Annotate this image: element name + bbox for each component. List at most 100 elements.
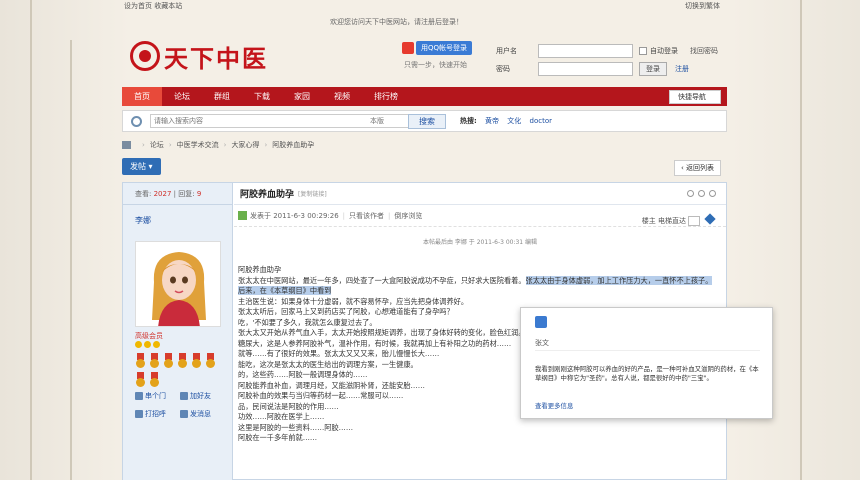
login-button[interactable]: 登录 xyxy=(639,62,667,76)
top-bar: 设为首页 收藏本站 切换到繁体 xyxy=(0,0,860,12)
floor-label: 楼主 电梯直达 xyxy=(641,217,686,225)
switch-traditional-link[interactable]: 切换到繁体 xyxy=(685,1,720,11)
post-paragraph: 阿胶养血助孕 xyxy=(238,265,282,274)
username-input[interactable] xyxy=(538,44,633,58)
post-paragraph: 主治医生说：如果身体十分虚弱，就不容易怀孕，应当先把身体调养好。 xyxy=(238,296,469,306)
message-icon xyxy=(180,410,188,418)
online-status-icon xyxy=(238,211,247,220)
register-link[interactable]: 注册 xyxy=(675,64,689,74)
medal-icon[interactable] xyxy=(177,353,188,369)
avatar[interactable] xyxy=(135,241,221,327)
floor-jump-input[interactable] xyxy=(688,216,700,226)
auto-login-checkbox[interactable] xyxy=(639,47,647,55)
nav-item-home-space[interactable]: 家园 xyxy=(282,87,322,106)
medal-icon[interactable] xyxy=(149,372,160,388)
hot-term[interactable]: 文化 xyxy=(507,117,521,125)
popup-text: 我看到刚刚这种阿胶可以养血的好的产品，是一种可补血又滋阴的药材，在《本草纲目》中… xyxy=(535,365,759,382)
bamboo-decoration xyxy=(30,0,32,480)
breadcrumb-item[interactable]: 论坛 xyxy=(150,140,164,150)
next-thread-icon[interactable] xyxy=(709,190,716,197)
nav-item-groups[interactable]: 群组 xyxy=(202,87,242,106)
left-background xyxy=(0,0,130,480)
title-row: 阿胶养血助孕 [复制链接] xyxy=(234,183,726,205)
post-paragraph: 张太太在中医网站，最近一年多，四处查了一大盒阿胶说成功不孕症，只好求大医院看着。… xyxy=(238,275,713,295)
add-friend-button[interactable]: 加好友 xyxy=(180,391,225,401)
reply-count: 9 xyxy=(196,190,202,198)
nav-item-ranking[interactable]: 排行榜 xyxy=(362,87,410,106)
hot-term[interactable]: 黄帝 xyxy=(485,117,499,125)
qq-login[interactable]: 用QQ帐号登录 xyxy=(402,41,473,55)
breadcrumb-item[interactable]: 大家心得 xyxy=(231,140,259,150)
breadcrumb: › 论坛 › 中医学术交流 › 大家心得 › 阿胶养血助孕 xyxy=(122,138,727,152)
medal-icon[interactable] xyxy=(135,372,146,388)
author-name[interactable]: 李娜 xyxy=(123,205,232,226)
popup-title: 张文 xyxy=(535,339,549,347)
add-friend-icon xyxy=(180,392,188,400)
breadcrumb-item[interactable]: 中医学术交流 xyxy=(177,140,219,150)
home-icon xyxy=(135,392,143,400)
qq-icon xyxy=(402,42,414,54)
author-sidebar: 查看: 2027 | 回复: 9 李娜 高级会员 串个门 加好友 打招呼 发消息 xyxy=(123,183,233,480)
medal-icon[interactable] xyxy=(205,353,216,369)
login-form: 用户名 自动登录 找回密码 密码 登录 注册 xyxy=(496,42,718,78)
back-to-list-button[interactable]: ‹ 返回列表 xyxy=(674,160,722,176)
home-icon[interactable] xyxy=(122,141,131,149)
edit-icon[interactable] xyxy=(704,213,716,225)
reverse-order-link[interactable]: 倒序浏览 xyxy=(394,211,422,221)
lookup-popup[interactable]: 张文 我看到刚刚这种阿胶可以养血的好的产品，是一种可补血又滋阴的药材，在《本草纲… xyxy=(520,307,773,419)
medal-icon[interactable] xyxy=(163,353,174,369)
top-links[interactable]: 设为首页 收藏本站 xyxy=(124,1,182,11)
star-icon xyxy=(144,341,151,348)
edited-note: 本帖最后由 李娜 于 2011-6-3 00:31 编辑 xyxy=(422,239,538,246)
site-logo[interactable]: 天下中医 xyxy=(130,34,268,78)
search-button[interactable]: 搜索 xyxy=(408,113,446,129)
thread-stats: 查看: 2027 | 回复: 9 xyxy=(123,183,232,205)
author-level: 高级会员 xyxy=(135,332,163,340)
qq-login-button[interactable]: 用QQ帐号登录 xyxy=(416,41,473,55)
find-password-link[interactable]: 找回密码 xyxy=(690,46,718,56)
username-label: 用户名 xyxy=(496,47,517,55)
hot-term[interactable]: doctor xyxy=(530,117,552,125)
quick-nav-button[interactable]: 快捷导航 xyxy=(669,90,721,104)
auto-login-label: 自动登录 xyxy=(650,47,678,55)
password-label: 密码 xyxy=(496,65,510,73)
medal-icon[interactable] xyxy=(149,353,160,369)
logo-mark-icon xyxy=(130,41,160,71)
only-author-link[interactable]: 只看该作者 xyxy=(349,211,384,221)
nav-item-download[interactable]: 下载 xyxy=(242,87,282,106)
post-paragraph: 这里是阿胶的一些资料……阿胶…… xyxy=(238,422,354,432)
post-paragraph: 阿胶在一千多年前就…… xyxy=(238,433,318,442)
nav-item-home[interactable]: 首页 xyxy=(122,87,162,106)
author-actions: 串个门 加好友 打招呼 发消息 xyxy=(135,391,225,419)
welcome-notice: 欢迎您访问天下中医网站，请注册后登录！ xyxy=(330,18,463,26)
logo-text: 天下中医 xyxy=(164,43,268,73)
greet-button[interactable]: 打招呼 xyxy=(135,409,180,419)
medal-icon[interactable] xyxy=(135,353,146,369)
nav-item-forum[interactable]: 论坛 xyxy=(162,87,202,106)
medal-icon[interactable] xyxy=(191,353,202,369)
copy-link-button[interactable]: [复制链接] xyxy=(298,189,327,198)
title-tools xyxy=(687,190,716,197)
bamboo-decoration xyxy=(800,0,802,480)
password-input[interactable] xyxy=(538,62,633,76)
popup-more-link[interactable]: 查看更多信息 xyxy=(535,401,573,410)
breadcrumb-item[interactable]: 阿胶养血助孕 xyxy=(272,140,314,150)
visit-button[interactable]: 串个门 xyxy=(135,391,180,401)
send-message-button[interactable]: 发消息 xyxy=(180,409,225,419)
bamboo-decoration xyxy=(70,40,72,480)
back-to-list-label: 返回列表 xyxy=(686,164,715,172)
hot-search: 热搜: 黄帝 文化 doctor xyxy=(460,116,552,126)
print-icon[interactable] xyxy=(687,190,694,197)
greet-icon xyxy=(135,410,143,418)
qq-login-hint: 只需一步，快速开始 xyxy=(404,61,467,69)
main-nav: 首页 论坛 群组 下载 家园 视频 排行榜 快捷导航 xyxy=(122,87,727,106)
post-time: 发表于 2011-6-3 00:29:26 xyxy=(250,211,339,220)
star-icon xyxy=(135,341,142,348)
new-post-button[interactable]: 发帖 ▾ xyxy=(122,158,161,175)
star-icon xyxy=(153,341,160,348)
nav-item-video[interactable]: 视频 xyxy=(322,87,362,106)
search-scope-select[interactable]: 本版 xyxy=(370,116,384,126)
prev-thread-icon[interactable] xyxy=(698,190,705,197)
view-count: 2027 xyxy=(153,190,172,198)
hot-search-label: 热搜: xyxy=(460,117,477,125)
